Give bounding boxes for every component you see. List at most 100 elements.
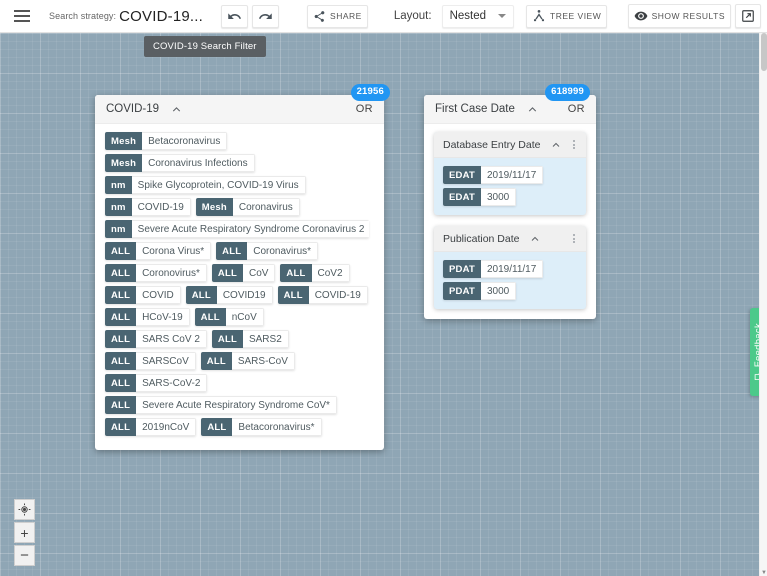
chip-field-tag[interactable]: PDAT [443, 282, 481, 300]
chip-term-value[interactable]: SARS CoV 2 [136, 330, 207, 348]
chevron-up-icon[interactable] [526, 103, 539, 116]
search-term-chip[interactable]: Mesh Coronavirus [195, 198, 300, 216]
search-term-chip[interactable]: ALL SARS2 [211, 330, 289, 348]
redo-button[interactable] [252, 4, 280, 28]
search-term-chip[interactable]: ALL COVID-19 [277, 286, 368, 304]
chip-term-value[interactable]: Severe Acute Respiratory Syndrome CoV* [136, 396, 337, 414]
chip-field-tag[interactable]: ALL [105, 264, 137, 282]
search-strategy-value[interactable]: COVID-19... [119, 8, 203, 25]
chip-term-value[interactable]: Coronavirus* [247, 242, 319, 260]
chip-term-value[interactable]: SARS2 [242, 330, 289, 348]
scrollbar-thumb[interactable] [761, 33, 767, 71]
chevron-up-icon[interactable] [170, 103, 183, 116]
group-card-header[interactable]: COVID-19 OR [95, 95, 384, 124]
recenter-button[interactable] [14, 499, 35, 520]
chip-term-value[interactable]: Corona Virus* [136, 242, 212, 260]
graph-canvas[interactable]: 21956 COVID-19 OR Mesh Betacoronavirus Mes… [0, 33, 767, 576]
chip-field-tag[interactable]: ALL [200, 352, 232, 370]
chip-field-tag[interactable]: ALL [216, 242, 248, 260]
chip-field-tag[interactable]: ALL [194, 308, 226, 326]
chip-term-value[interactable]: 2019/11/17 [480, 166, 544, 184]
chip-term-value[interactable]: Betacoronavirus* [232, 418, 322, 436]
share-button[interactable]: SHARE [307, 4, 368, 28]
search-term-chip[interactable]: PDAT 2019/11/17 [443, 260, 544, 278]
search-term-chip[interactable]: ALL SARS-CoV [200, 352, 295, 370]
scroll-down-arrow[interactable]: ▼ [761, 570, 767, 576]
search-term-chip[interactable]: nm Severe Acute Respiratory Syndrome Coro… [105, 220, 369, 238]
chip-term-value[interactable]: SARSCoV [136, 352, 196, 370]
chip-field-tag[interactable]: PDAT [443, 260, 481, 278]
group-operator[interactable]: OR [568, 103, 585, 115]
group-operator[interactable]: OR [356, 103, 373, 115]
chip-term-value[interactable]: COVID [136, 286, 181, 304]
vertical-scrollbar[interactable]: ▲ ▼ [759, 33, 767, 576]
layout-select[interactable]: Nested [441, 4, 514, 28]
chip-field-tag[interactable]: ALL [105, 242, 137, 260]
search-term-chip[interactable]: ALL nCoV [194, 308, 264, 326]
group-card-first-case-date[interactable]: 618999 First Case Date OR Database Entry… [424, 84, 596, 319]
open-external-button[interactable] [735, 4, 761, 28]
chip-term-value[interactable]: COVID19 [216, 286, 273, 304]
chevron-up-icon[interactable] [550, 139, 562, 151]
search-term-chip[interactable]: nm COVID-19 [105, 198, 191, 216]
search-term-chip[interactable]: ALL Corona Virus* [105, 242, 212, 260]
chip-term-value[interactable]: Coronovirus* [136, 264, 207, 282]
search-term-chip[interactable]: ALL HCoV-19 [105, 308, 190, 326]
search-term-chip[interactable]: ALL Severe Acute Respiratory Syndrome CoV… [105, 396, 337, 414]
chip-field-tag[interactable]: ALL [105, 330, 137, 348]
search-term-chip[interactable]: Mesh Betacoronavirus [105, 132, 228, 150]
search-term-chip[interactable]: ALL CoV2 [280, 264, 350, 282]
chip-term-value[interactable]: SARS-CoV-2 [136, 374, 208, 392]
chip-term-value[interactable]: Betacoronavirus [142, 132, 228, 150]
chip-term-value[interactable]: Coronavirus [232, 198, 300, 216]
inner-date-card[interactable]: Database Entry Date EDAT 2019/11/17 EDAT 300… [434, 132, 586, 215]
search-term-chip[interactable]: EDAT 2019/11/17 [443, 166, 544, 184]
chip-field-tag[interactable]: nm [105, 198, 132, 216]
chip-term-value[interactable]: CoV [242, 264, 276, 282]
chip-term-value[interactable]: CoV2 [311, 264, 350, 282]
chip-term-value[interactable]: COVID-19 [131, 198, 191, 216]
chevron-up-icon[interactable] [529, 233, 541, 245]
chip-field-tag[interactable]: ALL [280, 264, 312, 282]
more-options-icon[interactable] [571, 138, 577, 151]
chip-term-value[interactable]: Spike Glycoprotein, COVID-19 Virus [131, 176, 306, 194]
chip-field-tag[interactable]: ALL [211, 264, 243, 282]
chip-field-tag[interactable]: ALL [105, 352, 137, 370]
chip-field-tag[interactable]: Mesh [195, 198, 233, 216]
tree-view-button[interactable]: TREE VIEW [526, 4, 608, 28]
search-term-chip[interactable]: ALL Coronavirus* [216, 242, 319, 260]
search-term-chip[interactable]: ALL 2019nCoV [105, 418, 197, 436]
chip-field-tag[interactable]: nm [105, 176, 132, 194]
chip-field-tag[interactable]: ALL [105, 374, 137, 392]
inner-date-card[interactable]: Publication Date PDAT 2019/11/17 PDAT 3000 [434, 226, 586, 309]
chip-term-value[interactable]: nCoV [225, 308, 264, 326]
chip-term-value[interactable]: 2019nCoV [136, 418, 197, 436]
search-term-chip[interactable]: EDAT 3000 [443, 188, 517, 206]
search-term-chip[interactable]: Mesh Coronavirus Infections [105, 154, 255, 172]
zoom-out-button[interactable]: − [14, 545, 35, 566]
zoom-in-button[interactable]: + [14, 522, 35, 543]
chip-term-value[interactable]: Severe Acute Respiratory Syndrome Corona… [131, 220, 369, 238]
search-term-chip[interactable]: ALL SARS-CoV-2 [105, 374, 208, 392]
search-term-chip[interactable]: ALL COVID [105, 286, 181, 304]
chip-field-tag[interactable]: ALL [105, 418, 137, 436]
chip-term-value[interactable]: HCoV-19 [136, 308, 190, 326]
inner-card-header[interactable]: Publication Date [434, 226, 586, 252]
chip-field-tag[interactable]: ALL [211, 330, 243, 348]
chip-term-value[interactable]: SARS-CoV [231, 352, 295, 370]
inner-card-header[interactable]: Database Entry Date [434, 132, 586, 158]
chip-field-tag[interactable]: ALL [105, 286, 137, 304]
group-card-covid-19[interactable]: 21956 COVID-19 OR Mesh Betacoronavirus Mes… [95, 84, 390, 450]
search-term-chip[interactable]: ALL SARS CoV 2 [105, 330, 207, 348]
chip-field-tag[interactable]: ALL [201, 418, 233, 436]
chip-field-tag[interactable]: Mesh [105, 132, 143, 150]
chip-term-value[interactable]: Coronavirus Infections [142, 154, 255, 172]
chip-term-value[interactable]: 2019/11/17 [480, 260, 544, 278]
hamburger-menu-icon[interactable] [5, 0, 39, 33]
show-results-button[interactable]: SHOW RESULTS [627, 4, 731, 28]
chip-field-tag[interactable]: Mesh [105, 154, 143, 172]
search-term-chip[interactable]: PDAT 3000 [443, 282, 517, 300]
chip-field-tag[interactable]: EDAT [443, 188, 481, 206]
chip-field-tag[interactable]: ALL [105, 396, 137, 414]
chip-field-tag[interactable]: ALL [105, 308, 137, 326]
